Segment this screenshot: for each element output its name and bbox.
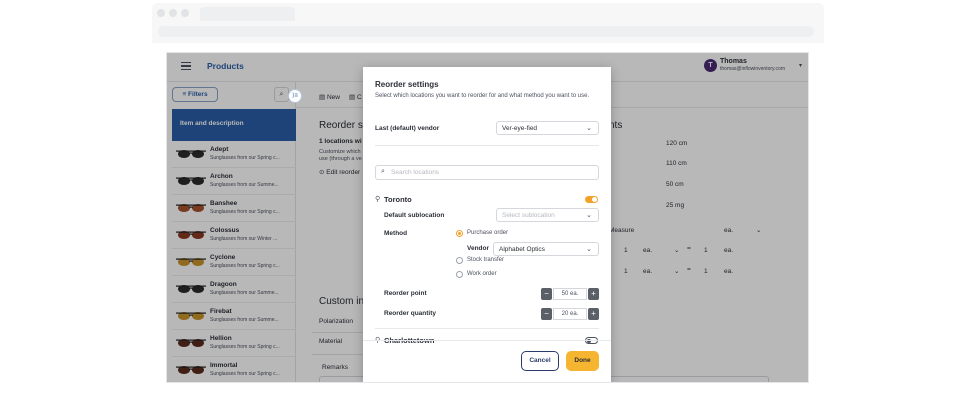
modal-description: Select which locations you want to reord… — [375, 93, 590, 99]
default-sublocation-label: Default sublocation — [384, 212, 445, 219]
modal-footer: Cancel Done — [363, 340, 611, 382]
reorder-point-label: Reorder point — [384, 290, 427, 297]
reorder-settings-modal: Reorder settings Select which locations … — [363, 67, 611, 382]
search-icon: ⌕ — [381, 168, 385, 175]
location-pin-icon: ⚲ — [375, 196, 381, 203]
method-label: Method — [384, 230, 408, 237]
vendor-value: Alphabet Optics — [499, 246, 545, 253]
window-maximize-dot[interactable] — [181, 9, 189, 17]
sublocation-select[interactable]: Select sublocation ⌄ — [496, 208, 599, 222]
location-toggle[interactable] — [585, 196, 598, 203]
reorder-quantity-stepper[interactable]: − 20 ea. + — [541, 308, 599, 320]
sublocation-placeholder: Select sublocation — [502, 212, 555, 219]
last-vendor-select[interactable]: Ver-eye-fied ⌄ — [496, 121, 599, 135]
browser-window — [152, 3, 824, 43]
location-name: Toronto — [384, 195, 412, 204]
window-close-dot[interactable] — [157, 9, 165, 17]
last-vendor-label: Last (default) vendor — [375, 125, 440, 132]
increment-button[interactable]: + — [588, 308, 599, 320]
modal-divider — [375, 145, 599, 146]
decrement-button[interactable]: − — [541, 288, 552, 300]
chevron-down-icon: ⌄ — [586, 125, 592, 132]
radio-purchase-order[interactable] — [456, 230, 463, 237]
method-option[interactable]: Work order — [467, 271, 497, 277]
browser-tab[interactable] — [200, 7, 295, 21]
reorder-quantity-value[interactable]: 20 ea. — [553, 308, 587, 320]
decrement-button[interactable]: − — [541, 308, 552, 320]
reorder-point-value[interactable]: 50 ea. — [553, 288, 587, 300]
radio-work-order[interactable] — [456, 271, 463, 278]
search-placeholder: Search locations — [391, 169, 440, 176]
method-option[interactable]: Purchase order — [467, 230, 508, 236]
last-vendor-value: Ver-eye-fied — [502, 125, 538, 132]
done-button[interactable]: Done — [566, 351, 599, 371]
app-window: Products T Thomas thomas@inflowinventory… — [167, 53, 808, 382]
increment-button[interactable]: + — [588, 288, 599, 300]
modal-divider — [375, 328, 599, 329]
vendor-select[interactable]: Alphabet Optics ⌄ — [493, 242, 599, 256]
method-option[interactable]: Stock transfer — [467, 257, 504, 263]
cancel-button[interactable]: Cancel — [521, 351, 559, 371]
search-locations-input[interactable]: ⌕ Search locations — [375, 165, 599, 180]
reorder-point-stepper[interactable]: − 50 ea. + — [541, 288, 599, 300]
reorder-quantity-label: Reorder quantity — [384, 310, 437, 317]
modal-title: Reorder settings — [375, 80, 439, 89]
radio-stock-transfer[interactable] — [456, 257, 463, 264]
chevron-down-icon: ⌄ — [586, 246, 592, 253]
toggle-knob — [592, 197, 597, 202]
vendor-label: Vendor — [467, 245, 490, 252]
address-bar[interactable] — [158, 26, 814, 37]
collapse-sidebar-icon[interactable]: ⟩≡ — [288, 89, 302, 103]
window-minimize-dot[interactable] — [169, 9, 177, 17]
chevron-down-icon: ⌄ — [586, 212, 592, 219]
